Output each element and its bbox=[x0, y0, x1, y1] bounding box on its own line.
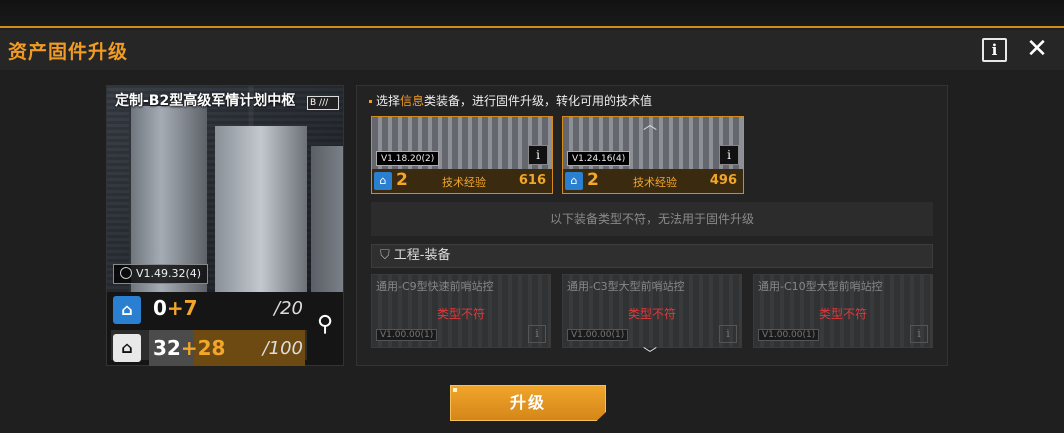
blueprint-icon: ⌂ bbox=[565, 172, 583, 190]
selected-equipment-card[interactable]: V1.18.20(2) i ⌂ 2 技术经验 616 bbox=[371, 116, 553, 194]
equipment-count: 2 bbox=[396, 170, 408, 190]
status-badge: 类型不符 bbox=[818, 307, 867, 321]
info-icon[interactable]: i bbox=[528, 145, 548, 165]
chevron-down-icon[interactable]: ﹀ bbox=[643, 344, 657, 364]
tech-icon: ⌂ bbox=[113, 334, 141, 362]
equipment-count: 2 bbox=[587, 170, 599, 190]
equipment-version: V1.00.00(1) bbox=[758, 329, 820, 341]
gear-shield-icon: ⛉ bbox=[380, 248, 390, 263]
asset-card: 定制-B2型高级军情计划中枢 B /// V1.49.32(4) ⌂ 0+7 /… bbox=[106, 85, 344, 366]
equipment-name: 通用-C9型快速前哨站控 bbox=[376, 280, 494, 293]
locked-equipment-card: 通用-C10型大型前哨站控 类型不符 V1.00.00(1) i bbox=[753, 274, 933, 348]
upgrade-button-label: 升级 bbox=[509, 393, 546, 412]
equipment-value: 496 bbox=[709, 173, 737, 188]
close-icon[interactable]: ✕ bbox=[1024, 35, 1050, 63]
equipment-version: V1.00.00(1) bbox=[567, 329, 629, 341]
equipment-version: V1.18.20(2) bbox=[376, 151, 440, 166]
title-bar bbox=[0, 30, 1064, 70]
stat-value: 0+7 bbox=[153, 296, 198, 320]
locked-equipment-card: 通用-C3型大型前哨站控 类型不符 V1.00.00(1) i bbox=[562, 274, 742, 348]
upgrade-button[interactable]: 升级 bbox=[450, 385, 606, 421]
stat-max: /100 bbox=[262, 338, 303, 359]
info-icon[interactable]: i bbox=[719, 325, 737, 343]
window-title: 资产固件升级 bbox=[8, 41, 129, 63]
section-header: ⛉ 工程-装备 bbox=[371, 244, 933, 268]
blueprint-icon: ⌂ bbox=[113, 296, 141, 324]
instruction-text: 选择信息类装备，进行固件升级，转化可用的技术值 bbox=[369, 92, 652, 109]
equipment-name: 通用-C3型大型前哨站控 bbox=[567, 280, 685, 293]
locked-equipment-card: 通用-C9型快速前哨站控 类型不符 V1.00.00(1) i bbox=[371, 274, 551, 348]
stat-row-blueprint: ⌂ 0+7 /20 bbox=[111, 294, 307, 324]
status-badge: 类型不符 bbox=[436, 307, 485, 321]
chevron-up-icon[interactable]: ︿ bbox=[643, 114, 657, 134]
equipment-version: V1.00.00(1) bbox=[376, 329, 438, 341]
blueprint-icon: ⌂ bbox=[374, 172, 392, 190]
stat-max: /20 bbox=[274, 298, 303, 319]
info-icon[interactable]: i bbox=[910, 325, 928, 343]
info-icon[interactable]: i bbox=[528, 325, 546, 343]
equipment-label: 技术经验 bbox=[442, 176, 486, 189]
version-icon bbox=[120, 267, 132, 279]
equipment-name: 通用-C10型大型前哨站控 bbox=[758, 280, 883, 293]
info-icon[interactable]: i bbox=[982, 38, 1007, 62]
info-icon[interactable]: i bbox=[719, 145, 739, 165]
status-badge: 类型不符 bbox=[627, 307, 676, 321]
asset-image bbox=[107, 86, 343, 292]
equipment-label: 技术经验 bbox=[633, 176, 677, 189]
asset-version: V1.49.32(4) bbox=[113, 264, 209, 284]
top-strip bbox=[0, 0, 1064, 28]
asset-name: 定制-B2型高级军情计划中枢 bbox=[115, 93, 296, 109]
asset-rank-badge: B /// bbox=[307, 96, 339, 110]
incompatible-notice: 以下装备类型不符，无法用于固件升级 bbox=[371, 202, 933, 236]
equipment-value: 616 bbox=[518, 173, 546, 188]
equipment-panel: 选择信息类装备，进行固件升级，转化可用的技术值 V1.18.20(2) i ⌂ … bbox=[356, 85, 948, 366]
stat-row-tech: ⌂ 32+28 /100 bbox=[111, 330, 307, 366]
stat-value: 32+28 bbox=[153, 336, 226, 360]
magnifier-icon[interactable]: ⚲ bbox=[311, 312, 339, 344]
equipment-version: V1.24.16(4) bbox=[567, 151, 631, 166]
